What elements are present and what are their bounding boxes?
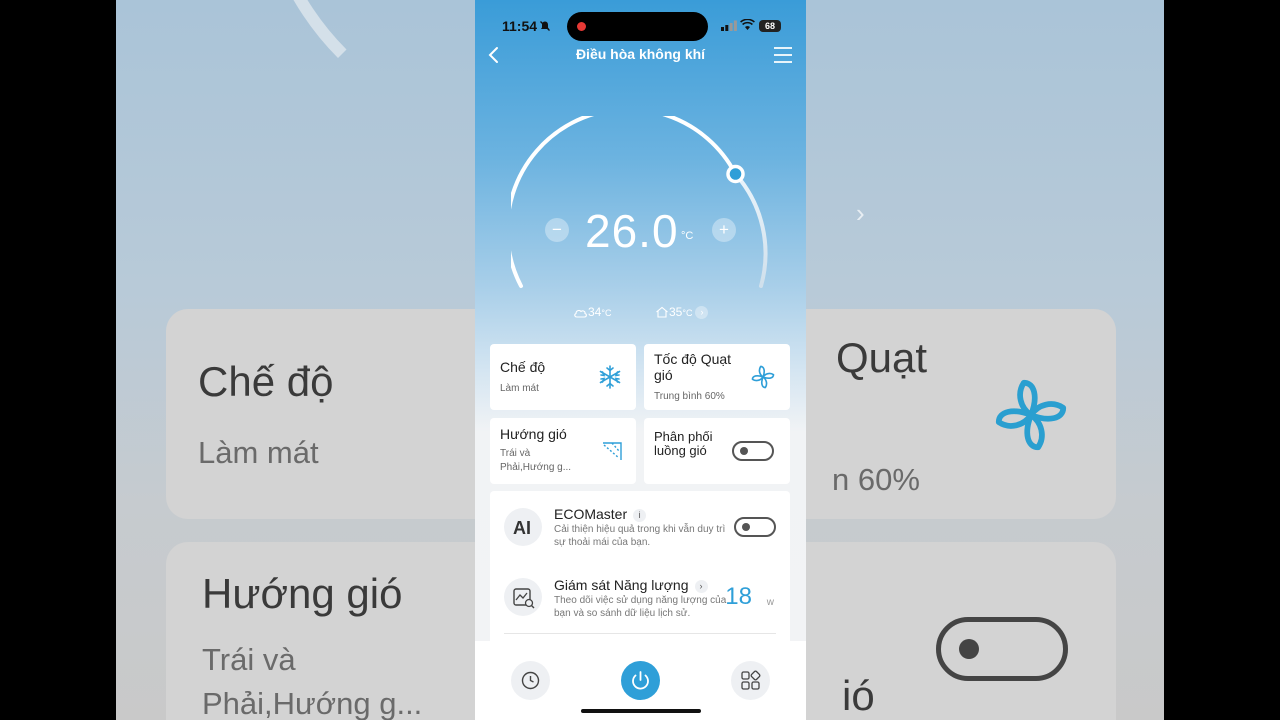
background-direction-value-1: Trái và <box>202 642 296 677</box>
background-fan-label: Quạt <box>836 334 928 381</box>
temperature-unit: °C <box>681 230 694 242</box>
energy-monitor-description: Theo dõi việc sử dụng năng lượng của bạn… <box>554 595 727 619</box>
background-chevron-icon: › <box>856 198 865 228</box>
temperature-value: 26.0 <box>585 205 679 257</box>
chevron-right-icon: › <box>695 306 709 319</box>
decrease-temperature-button[interactable]: − <box>545 218 569 242</box>
cloud-icon <box>574 309 587 318</box>
airflow-direction-card[interactable]: Hướng gió Trái và Phải,Hướng g... <box>490 418 636 484</box>
background-fan-value: n 60% <box>832 462 920 497</box>
home-indicator[interactable] <box>581 709 701 713</box>
power-button[interactable] <box>621 661 660 700</box>
outdoor-temperature-unit: °C <box>601 308 612 318</box>
outdoor-temperature-value: 34 <box>588 305 602 319</box>
background-direction-label: Hướng gió <box>202 570 403 617</box>
svg-text:AI: AI <box>513 518 531 538</box>
indoor-temperature-value: 35 <box>669 305 683 319</box>
schedule-button[interactable] <box>511 661 550 700</box>
fan-speed-card[interactable]: Tốc độ Quạt gió Trung bình 60% <box>644 344 790 410</box>
snowflake-icon <box>599 365 621 389</box>
airflow-direction-label: Hướng gió <box>500 426 567 442</box>
mode-card[interactable]: Chế độ Làm mát <box>490 344 636 410</box>
status-bar: 11:54 68 <box>475 0 806 48</box>
menu-icon[interactable] <box>772 45 794 65</box>
power-value: 18 <box>725 583 752 610</box>
ecomaster-title: ECOMaster <box>554 506 628 522</box>
energy-monitor-row[interactable]: Giám sát Năng lượng › <box>554 577 708 593</box>
divider <box>504 633 776 634</box>
dial-active-arc <box>511 116 738 288</box>
airflow-direction-icon <box>603 442 622 460</box>
fan-icon <box>751 365 775 389</box>
fan-speed-label: Tốc độ Quạt gió <box>654 351 732 383</box>
phone-screen: 11:54 68 Điều hòa không khí − 26.0 °C + … <box>475 0 806 720</box>
screen: › Chế độ Làm mát Quạt n 60% Hướng gió Tr… <box>0 0 1280 720</box>
mode-label: Chế độ <box>500 359 546 375</box>
outdoor-temperature: 34°C <box>573 305 611 319</box>
fan-speed-value: Trung bình 60% <box>654 391 725 402</box>
background-fan-icon <box>995 379 1067 451</box>
airflow-direction-value: Trái và Phải,Hướng g... <box>500 448 572 473</box>
airflow-distribution-label: Phân phối luồng gió <box>654 429 713 458</box>
grid-icon <box>741 670 761 690</box>
ecomaster-row: ECOMaster i <box>554 506 647 522</box>
house-icon <box>656 306 668 318</box>
dynamic-island <box>567 12 708 41</box>
airflow-distribution-toggle[interactable] <box>732 441 774 461</box>
info-icon[interactable]: i <box>633 509 647 522</box>
background-distribution-fragment: ió <box>842 672 875 719</box>
energy-monitor-title: Giám sát Năng lượng <box>554 577 689 593</box>
page-title: Điều hòa không khí <box>575 46 706 62</box>
background-mode-value: Làm mát <box>198 435 319 470</box>
indoor-temperature-unit: °C <box>682 308 693 318</box>
mode-value: Làm mát <box>500 383 539 394</box>
background-mode-label: Chế độ <box>198 358 334 405</box>
increase-temperature-button[interactable]: + <box>712 218 736 242</box>
ecomaster-description: Cải thiện hiệu quả trong khi vẫn duy trì… <box>554 524 726 548</box>
navigation-bar: Điều hòa không khí <box>475 42 806 68</box>
status-time: 11:54 <box>502 18 538 34</box>
wifi-icon <box>740 19 755 30</box>
ai-icon: AI <box>504 508 542 546</box>
chevron-right-icon: › <box>694 580 708 593</box>
dial-handle[interactable] <box>726 164 745 184</box>
power-icon <box>632 671 649 690</box>
power-unit: w <box>766 597 774 608</box>
dial-inactive-arc <box>733 172 768 288</box>
energy-monitor-icon <box>504 578 542 616</box>
signal-icon <box>721 20 737 31</box>
bell-muted-icon <box>540 21 550 31</box>
indoor-temperature[interactable]: 35°C › <box>655 305 709 319</box>
more-features-button[interactable] <box>731 661 770 700</box>
recording-indicator-icon <box>577 22 586 31</box>
ecomaster-toggle[interactable] <box>734 517 776 537</box>
background-toggle <box>936 617 1068 681</box>
features-card: AI ECOMaster i Cải thiện hiệu quả trong k… <box>490 491 790 651</box>
background-direction-value-2: Phải,Hướng g... <box>202 686 423 720</box>
battery-indicator: 68 <box>759 20 781 32</box>
clock-icon <box>521 671 540 690</box>
airflow-distribution-card: Phân phối luồng gió <box>644 418 790 484</box>
